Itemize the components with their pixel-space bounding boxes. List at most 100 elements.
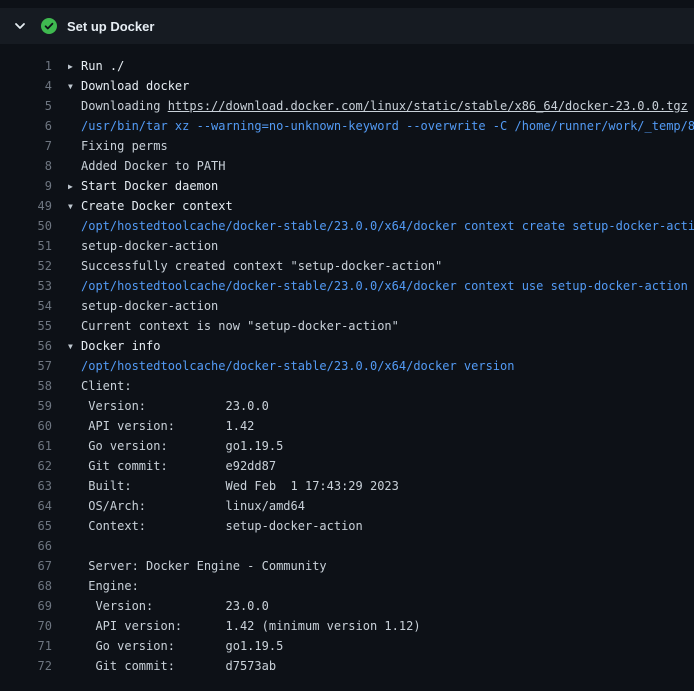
log-line-row: 8 Added Docker to PATH [0,156,694,176]
log-text: Version: 23.0.0 [81,399,269,413]
line-number[interactable]: 70 [0,616,52,636]
line-number[interactable]: 50 [0,216,52,236]
step-header[interactable]: Set up Docker [0,8,694,44]
line-number[interactable]: 69 [0,596,52,616]
log-group-row[interactable]: 9 ▶Start Docker daemon [0,176,694,196]
log-line-row: 61 Go version: go1.19.5 [0,436,694,456]
line-number[interactable]: 67 [0,556,52,576]
log-text: setup-docker-action [81,299,218,313]
line-number[interactable]: 59 [0,396,52,416]
log-text: Added Docker to PATH [81,159,226,173]
log-line-row: 54 setup-docker-action [0,296,694,316]
log-text: Downloading [81,99,168,113]
group-title: Run ./ [81,59,124,73]
group-title: Create Docker context [81,199,233,213]
group-triangle-expanded-icon[interactable]: ▼ [68,197,81,216]
line-number[interactable]: 1 [0,56,52,76]
log-line-row: 69 Version: 23.0.0 [0,596,694,616]
line-number[interactable]: 6 [0,116,52,136]
line-number[interactable]: 72 [0,656,52,676]
chevron-down-icon[interactable] [12,18,28,34]
success-check-circle-icon [41,18,57,34]
line-number[interactable]: 71 [0,636,52,656]
log-text: Git commit: d7573ab [81,659,276,673]
line-number[interactable]: 51 [0,236,52,256]
line-number[interactable]: 9 [0,176,52,196]
line-number[interactable]: 5 [0,96,52,116]
line-number[interactable]: 65 [0,516,52,536]
line-number[interactable]: 63 [0,476,52,496]
log-group-row[interactable]: 49 ▼Create Docker context [0,196,694,216]
workflow-log-panel: Set up Docker 1▶Run ./4▼Download docker5… [0,8,694,691]
log-line-row: 50/opt/hostedtoolcache/docker-stable/23.… [0,216,694,236]
line-number[interactable]: 55 [0,316,52,336]
line-number[interactable]: 54 [0,296,52,316]
line-number[interactable]: 68 [0,576,52,596]
log-command-text: /opt/hostedtoolcache/docker-stable/23.0.… [81,359,514,373]
log-line-row: 71 Go version: go1.19.5 [0,636,694,656]
log-command-text: /usr/bin/tar xz --warning=no-unknown-key… [81,119,694,133]
log-line-row: 64 OS/Arch: linux/amd64 [0,496,694,516]
log-line-row: 60 API version: 1.42 [0,416,694,436]
log-line-row: 58 Client: [0,376,694,396]
line-number[interactable]: 53 [0,276,52,296]
log-text: API version: 1.42 (minimum version 1.12) [81,619,421,633]
log-line-row: 59 Version: 23.0.0 [0,396,694,416]
group-triangle-expanded-icon[interactable]: ▼ [68,77,81,96]
log-line-row: 7 Fixing perms [0,136,694,156]
log-command-text: /opt/hostedtoolcache/docker-stable/23.0.… [81,279,688,293]
line-number[interactable]: 8 [0,156,52,176]
group-triangle-collapsed-icon[interactable]: ▶ [68,177,81,196]
log-line-row: 70 API version: 1.42 (minimum version 1.… [0,616,694,636]
line-number[interactable]: 4 [0,76,52,96]
log-text: Current context is now "setup-docker-act… [81,319,399,333]
line-number[interactable]: 58 [0,376,52,396]
log-text: Client: [81,379,132,393]
log-line-row: 6/usr/bin/tar xz --warning=no-unknown-ke… [0,116,694,136]
log-line-row: 52 Successfully created context "setup-do… [0,256,694,276]
log-text: Fixing perms [81,139,168,153]
log-text: Git commit: e92dd87 [81,459,276,473]
line-number[interactable]: 56 [0,336,52,356]
log-text: Built: Wed Feb 1 17:43:29 2023 [81,479,399,493]
log-text: Server: Docker Engine - Community [81,559,327,573]
log-line-row: 63 Built: Wed Feb 1 17:43:29 2023 [0,476,694,496]
line-number[interactable]: 64 [0,496,52,516]
log-command-text: /opt/hostedtoolcache/docker-stable/23.0.… [81,219,694,233]
line-number[interactable]: 7 [0,136,52,156]
log-line-row: 72 Git commit: d7573ab [0,656,694,676]
group-title: Start Docker daemon [81,179,218,193]
log-text: API version: 1.42 [81,419,254,433]
log-text: Go version: go1.19.5 [81,639,283,653]
log-line-row: 55 Current context is now "setup-docker-a… [0,316,694,336]
group-triangle-collapsed-icon[interactable]: ▶ [68,57,81,76]
log-text: setup-docker-action [81,239,218,253]
group-title: Download docker [81,79,189,93]
log-group-row[interactable]: 1 ▶Run ./ [0,56,694,76]
log-text: Context: setup-docker-action [81,519,363,533]
line-number[interactable]: 49 [0,196,52,216]
log-text: Go version: go1.19.5 [81,439,283,453]
line-number[interactable]: 52 [0,256,52,276]
log-text: OS/Arch: linux/amd64 [81,499,305,513]
log-line-row: 51 setup-docker-action [0,236,694,256]
log-url-link[interactable]: https://download.docker.com/linux/static… [168,99,688,113]
line-number[interactable]: 66 [0,536,52,556]
log-group-row[interactable]: 56▼Docker info [0,336,694,356]
line-number[interactable]: 60 [0,416,52,436]
log-line-row: 65 Context: setup-docker-action [0,516,694,536]
log-line-row: 66 [0,536,694,556]
log-text: Version: 23.0.0 [81,599,269,613]
log-line-row: 68 Engine: [0,576,694,596]
log-text: Successfully created context "setup-dock… [81,259,442,273]
line-number[interactable]: 57 [0,356,52,376]
log-line-row: 53/opt/hostedtoolcache/docker-stable/23.… [0,276,694,296]
step-title: Set up Docker [67,19,154,34]
log-line-row: 57/opt/hostedtoolcache/docker-stable/23.… [0,356,694,376]
log-lines: 1▶Run ./4▼Download docker5Downloading ht… [0,44,694,676]
line-number[interactable]: 61 [0,436,52,456]
group-triangle-expanded-icon[interactable]: ▼ [68,337,81,356]
log-line-row: 5 Downloading https://download.docker.com… [0,96,694,116]
log-group-row[interactable]: 4 ▼Download docker [0,76,694,96]
line-number[interactable]: 62 [0,456,52,476]
